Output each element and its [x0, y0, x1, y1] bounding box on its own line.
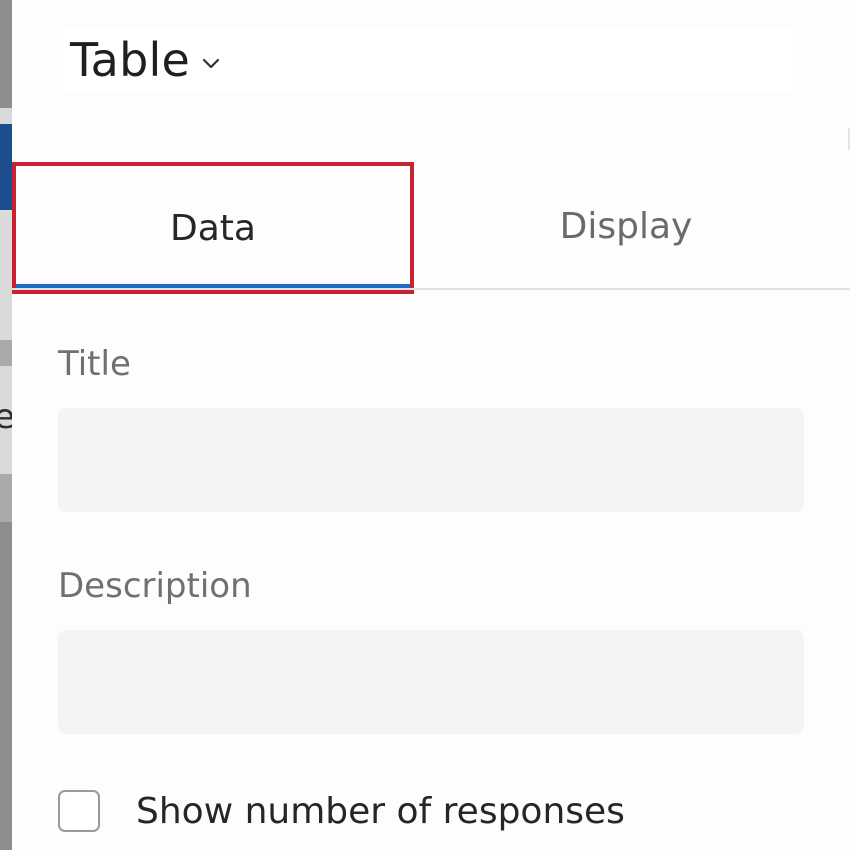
app-stage: e Table Data Display Title Description S… [0, 0, 850, 850]
tab-data[interactable]: Data [12, 162, 414, 294]
title-label: Title [58, 344, 131, 384]
tab-bar: Data Display [12, 162, 850, 294]
tab-display-label: Display [559, 205, 693, 247]
show-responses-label[interactable]: Show number of responses [136, 791, 625, 832]
widget-type-selector[interactable]: Table [64, 28, 792, 92]
show-responses-option[interactable]: Show number of responses [58, 790, 625, 832]
description-input[interactable] [58, 630, 804, 734]
tab-data-label: Data [170, 207, 256, 249]
tab-display[interactable]: Display [424, 162, 828, 290]
show-responses-checkbox[interactable] [58, 790, 100, 832]
widget-type-title: Table [70, 33, 190, 87]
chevron-down-icon[interactable] [200, 52, 222, 74]
title-input[interactable] [58, 408, 804, 512]
description-label: Description [58, 566, 252, 606]
tab-bar-divider [12, 288, 850, 290]
widget-edit-panel: Table Data Display Title Description Sho… [12, 0, 850, 850]
background-app-strip: e [0, 0, 15, 850]
highlight-outline [12, 290, 414, 294]
